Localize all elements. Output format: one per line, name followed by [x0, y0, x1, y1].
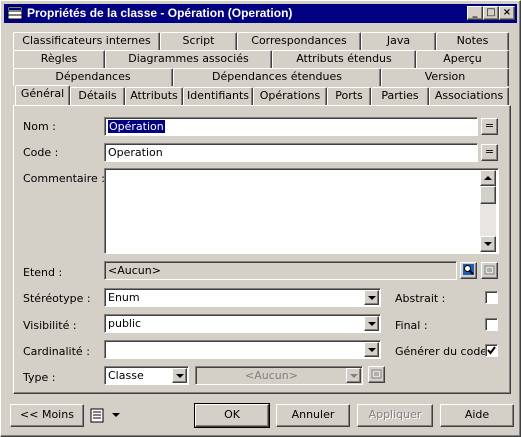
type-select[interactable]: Classe	[104, 366, 189, 385]
tab-details[interactable]: Détails	[70, 87, 125, 105]
stereotype-select[interactable]: Enum	[104, 288, 381, 307]
stereotype-value: Enum	[108, 291, 140, 304]
tab-classificateurs-internes[interactable]: Classificateurs internes	[13, 32, 160, 50]
aide-button[interactable]: Aide	[440, 404, 514, 427]
nom-input[interactable]: Opération	[104, 117, 478, 136]
visibilite-select[interactable]: public	[104, 314, 381, 333]
arrow-up-icon	[484, 176, 492, 180]
moins-button[interactable]: << Moins	[10, 404, 84, 427]
generer-label: Générer du code :	[395, 345, 495, 358]
type-properties-button[interactable]	[368, 366, 385, 383]
commentaire-scrollbar[interactable]	[480, 170, 496, 252]
abstrait-checkbox[interactable]	[485, 291, 498, 304]
etend-label: Etend :	[23, 266, 63, 279]
tab-dependances[interactable]: Dépendances	[13, 68, 173, 86]
window-title: Propriétés de la classe - Opération (Ope…	[27, 6, 293, 20]
code-input[interactable]: Operation	[104, 143, 478, 162]
nom-equal-button[interactable]: =	[481, 118, 498, 135]
properties-dialog: Propriétés de la classe - Opération (Ope…	[0, 0, 521, 437]
stereotype-label: Stéréotype :	[23, 292, 91, 305]
chevron-down-icon[interactable]	[364, 316, 379, 331]
chevron-down-icon	[346, 368, 361, 383]
title-bar[interactable]: Propriétés de la classe - Opération (Ope…	[4, 4, 517, 23]
code-label: Code :	[23, 146, 59, 159]
maximize-button[interactable]: □	[483, 6, 499, 20]
tab-operations[interactable]: Opérations	[253, 87, 327, 105]
type-label: Type :	[23, 371, 56, 384]
magnifier-icon	[463, 264, 474, 275]
tab-associations[interactable]: Associations	[429, 87, 509, 105]
type-secondary-select: <Aucun>	[195, 366, 363, 385]
close-button[interactable]: ×	[499, 6, 515, 20]
scroll-up-button[interactable]	[480, 170, 496, 186]
tab-general[interactable]: Général	[15, 85, 70, 105]
type-value: Classe	[108, 369, 144, 382]
arrow-down-icon	[484, 242, 492, 246]
properties-icon	[484, 265, 495, 275]
tab-apercu[interactable]: Aperçu	[416, 50, 509, 68]
etend-browse-button[interactable]	[460, 262, 477, 279]
chevron-down-icon[interactable]	[172, 368, 187, 383]
appliquer-button[interactable]: Appliquer	[357, 404, 433, 427]
cardinalite-select[interactable]	[104, 340, 381, 359]
visibilite-label: Visibilité :	[23, 319, 77, 332]
tab-attributs-etendus[interactable]: Attributs étendus	[272, 50, 416, 68]
cardinalite-label: Cardinalité :	[23, 345, 90, 358]
code-equal-button[interactable]: =	[481, 144, 498, 161]
scroll-thumb[interactable]	[480, 186, 496, 204]
tab-attributs[interactable]: Attributs	[125, 87, 183, 105]
list-menu-button[interactable]	[89, 407, 123, 424]
tab-identifiants[interactable]: Identifiants	[183, 87, 253, 105]
etend-properties-button[interactable]	[481, 262, 498, 279]
type-secondary-value: <Aucun>	[245, 369, 298, 382]
tab-dependances-etendues[interactable]: Dépendances étendues	[173, 68, 381, 86]
final-label: Final :	[395, 319, 428, 332]
scroll-down-button[interactable]	[480, 236, 496, 252]
ok-button[interactable]: OK	[194, 403, 270, 428]
nom-value: Opération	[108, 120, 165, 133]
final-checkbox[interactable]	[485, 318, 498, 331]
tab-java[interactable]: Java	[361, 32, 436, 50]
tab-parties[interactable]: Parties	[371, 87, 429, 105]
abstrait-label: Abstrait :	[395, 292, 446, 305]
generer-checkbox[interactable]	[485, 344, 498, 357]
tab-correspondances[interactable]: Correspondances	[237, 32, 361, 50]
tab-regles[interactable]: Règles	[13, 50, 105, 68]
visibilite-value: public	[108, 317, 142, 330]
minimize-button[interactable]: _	[467, 6, 483, 20]
chevron-down-icon[interactable]	[364, 290, 379, 305]
etend-field: <Aucun>	[104, 261, 457, 280]
commentaire-label: Commentaire :	[23, 172, 105, 185]
tab-ports[interactable]: Ports	[327, 87, 371, 105]
commentaire-textarea[interactable]	[104, 168, 499, 254]
checkmark-icon	[487, 346, 496, 355]
tab-notes[interactable]: Notes	[436, 32, 509, 50]
annuler-button[interactable]: Annuler	[276, 404, 350, 427]
tab-script[interactable]: Script	[160, 32, 237, 50]
properties-icon	[371, 369, 382, 379]
tab-version[interactable]: Version	[381, 68, 509, 86]
nom-label: Nom :	[23, 120, 56, 133]
list-menu-icon	[90, 408, 120, 423]
tab-diagrammes-associes[interactable]: Diagrammes associés	[105, 50, 272, 68]
class-icon	[7, 6, 23, 20]
chevron-down-icon[interactable]	[364, 342, 379, 357]
